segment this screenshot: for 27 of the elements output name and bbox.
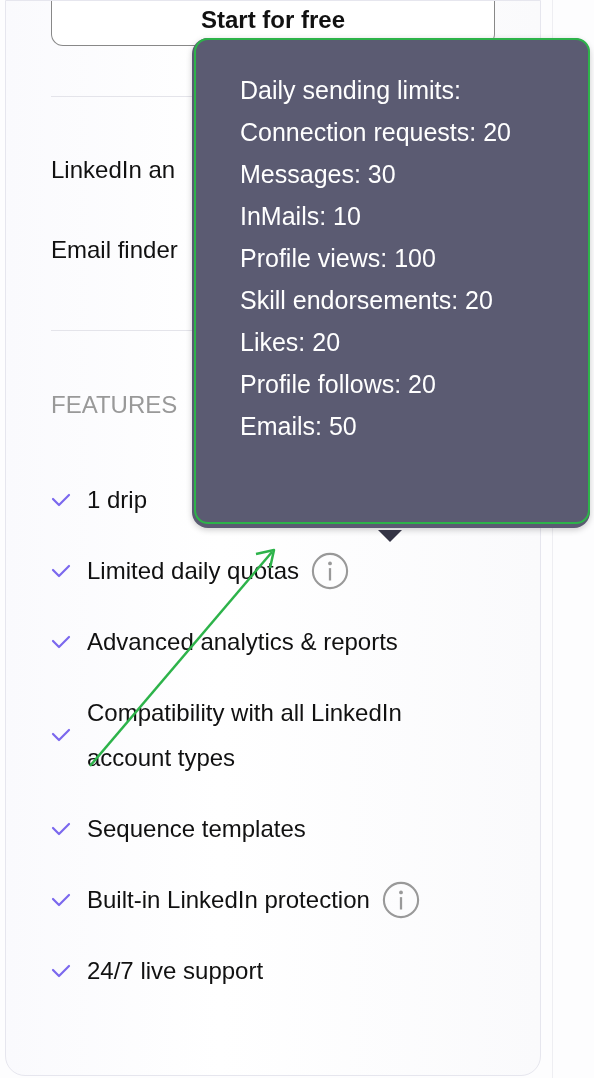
section-heading: FEATURES [51,391,179,419]
check-icon [51,963,71,978]
tooltip-text: InMails: 10 [240,201,362,232]
tooltip-text: Profile follows: 20 [240,369,437,400]
tooltip-text: Profile views: 100 [240,243,437,274]
feature-text: 24/7 live support [87,956,264,986]
check-icon [51,728,71,742]
check-icon [51,563,71,578]
tooltip-text: Emails: 50 [240,411,358,442]
row-label: Email finder [51,236,178,264]
tooltip-pointer [378,530,402,542]
info-icon[interactable] [381,880,420,919]
tooltip-text: Daily sending limits: [240,75,462,106]
tooltip-text: Skill endorsements: 20 [240,285,494,316]
check-icon [51,821,71,836]
check-icon [51,892,71,907]
check-icon [51,492,71,507]
feature-text: Advanced analytics & reports [87,627,398,657]
feature-text: Built-in LinkedIn protection [87,885,370,915]
check-icon [51,634,71,649]
tooltip-text: Messages: 30 [240,159,397,190]
row-label: LinkedIn an [51,156,176,184]
feature-text: Sequence templates [87,814,306,844]
tooltip-text: Likes: 20 [240,327,342,358]
feature-text: 1 drip [87,485,148,515]
tooltip-text: Connection requests: 20 [240,117,512,148]
info-icon[interactable] [311,551,350,590]
